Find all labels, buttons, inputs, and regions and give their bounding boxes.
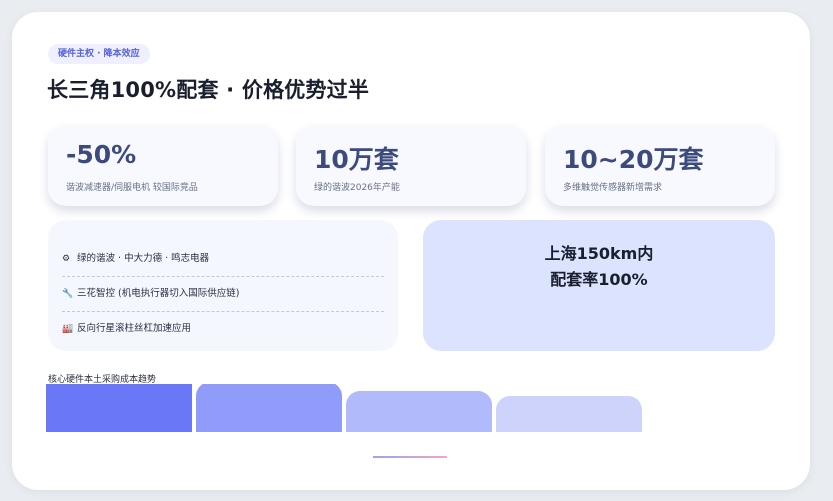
section-tag: 硬件主权 · 降本效应 [48,44,150,64]
list-item: 🔧 三花智控 (机电执行器切入国际供应链) [62,277,384,312]
chart-bar [346,391,492,432]
chart-bar [496,396,642,432]
highlight-line-1: 上海150km内 [544,244,654,263]
list-item: ⚙ 绿的谐波 · 中大力德 · 鸣志电器 [62,242,384,277]
cost-trend-chart [46,384,646,432]
factory-icon: 🏭 [62,324,74,334]
chart-bar [46,384,192,432]
gear-icon: ⚙ [62,254,71,264]
list-item-text: 反向行星滚柱丝杠加速应用 [77,323,192,334]
stat-value: 10~20万套 [563,145,704,174]
stat-desc: 多维触觉传感器新增需求 [563,183,663,193]
list-item: 🏭 反向行星滚柱丝杠加速应用 [62,312,384,346]
list-item-text: 绿的谐波 · 中大力德 · 鸣志电器 [77,253,210,264]
supplier-list: ⚙ 绿的谐波 · 中大力德 · 鸣志电器 🔧 三花智控 (机电执行器切入国际供应… [48,220,398,351]
stat-card-demand: 10~20万套 多维触觉传感器新增需求 [545,126,775,206]
chart-bar [196,384,342,432]
slide-divider [373,456,447,458]
stat-value: -50% [66,140,137,169]
slide-card: 硬件主权 · 降本效应 长三角100%配套 · 价格优势过半 -50% 谐波减速… [12,12,810,490]
tool-icon: 🔧 [62,289,74,299]
stat-value: 10万套 [314,145,399,174]
list-item-text: 三花智控 (机电执行器切入国际供应链) [77,288,240,299]
stat-card-capacity: 10万套 绿的谐波2026年产能 [296,126,526,206]
page-title: 长三角100%配套 · 价格优势过半 [47,78,370,102]
stat-desc: 谐波减速器/伺服电机 较国际竞品 [66,183,198,193]
highlight-box: 上海150km内 配套率100% [423,220,775,351]
highlight-line-2: 配套率100% [550,270,648,289]
stat-desc: 绿的谐波2026年产能 [314,183,400,193]
stat-card-cost: -50% 谐波减速器/伺服电机 较国际竞品 [48,126,278,206]
